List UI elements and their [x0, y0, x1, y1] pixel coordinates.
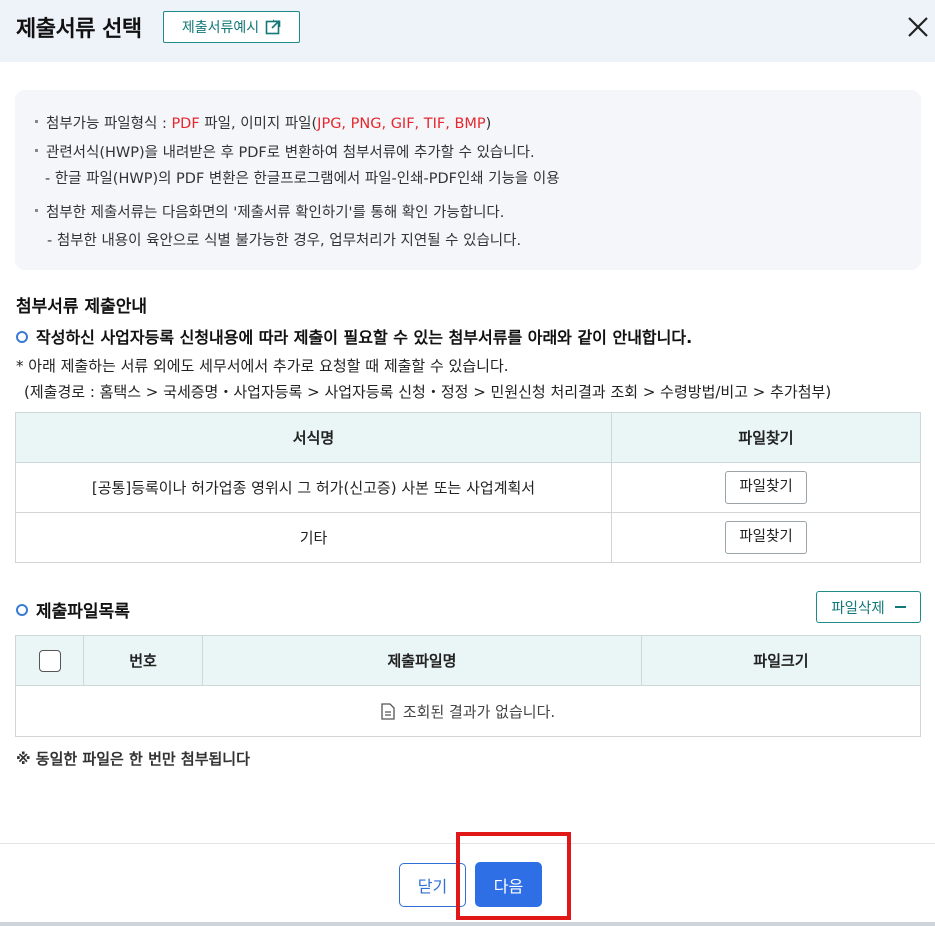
- external-link-icon: [265, 19, 282, 35]
- notice-line-formats: 첨부가능 파일형식 : PDF 파일, 이미지 파일(JPG, PNG, GIF…: [35, 112, 491, 133]
- notice-line-hwp: 관련서식(HWP)을 내려받은 후 PDF로 변환하여 첨부서류에 추가할 수 …: [35, 141, 535, 162]
- table-row: 기타 파일찾기: [15, 512, 921, 563]
- close-icon[interactable]: [904, 13, 932, 41]
- select-all-checkbox[interactable]: [38, 649, 61, 672]
- guide-section-title: 첨부서류 제출안내: [16, 297, 148, 317]
- notice-line-confirm: 첨부한 제출서류는 다음화면의 '제출서류 확인하기'를 통해 확인 가능합니다…: [35, 201, 504, 222]
- table-row: [공통]등록이나 허가업종 영위시 그 허가(신고증) 사본 또는 사업계획서 …: [15, 462, 921, 513]
- file-list-title: 제출파일목록: [16, 597, 130, 622]
- file-find-button[interactable]: 파일찾기: [725, 471, 807, 504]
- guide-line-path: (제출경로 : 홈택스 > 국세증명・사업자등록 > 사업자등록 신청・정정 >…: [24, 383, 832, 401]
- form-name-cell: [공통]등록이나 허가업종 영위시 그 허가(신고증) 사본 또는 사업계획서: [15, 462, 612, 513]
- guide-line-extra: * 아래 제출하는 서류 외에도 세무서에서 추가로 요청할 때 제출할 수 있…: [16, 357, 509, 375]
- bullet-icon: [35, 119, 38, 123]
- document-table: 서식명 파일찾기 [공통]등록이나 허가업종 영위시 그 허가(신고증) 사본 …: [15, 412, 921, 563]
- example-documents-label: 제출서류예시: [181, 20, 260, 36]
- modal-header: 제출서류 선택 제출서류예시: [0, 0, 935, 62]
- column-header-file-find: 파일찾기: [611, 412, 921, 463]
- circle-bullet-icon: [16, 604, 28, 616]
- document-icon: [381, 702, 395, 720]
- notice-line-hwp-convert: - 한글 파일(HWP)의 PDF 변환은 한글프로그램에서 파일-인쇄-PDF…: [45, 171, 560, 187]
- bottom-strip: [0, 922, 935, 926]
- notice-box: 첨부가능 파일형식 : PDF 파일, 이미지 파일(JPG, PNG, GIF…: [15, 90, 921, 270]
- column-header-file-name: 제출파일명: [202, 635, 642, 686]
- select-all-header: [15, 635, 84, 686]
- file-find-cell: 파일찾기: [611, 462, 921, 513]
- delete-file-label: 파일삭제: [831, 600, 885, 617]
- notice-line-delay: - 첨부한 내용이 육안으로 식별 불가능한 경우, 업무처리가 지연될 수 있…: [47, 233, 522, 249]
- footer-divider: [0, 843, 935, 844]
- form-name-cell: 기타: [15, 512, 612, 563]
- modal-title: 제출서류 선택: [16, 17, 142, 42]
- next-button[interactable]: 다음: [475, 862, 542, 907]
- minus-icon: [894, 606, 906, 608]
- example-documents-button[interactable]: 제출서류예시: [163, 11, 300, 43]
- delete-file-button[interactable]: 파일삭제: [816, 591, 921, 623]
- empty-message: 조회된 결과가 없습니다.: [402, 702, 556, 721]
- bullet-icon: [35, 208, 38, 212]
- guide-line-main: 작성하신 사업자등록 신청내용에 따라 제출이 필요할 수 있는 첨부서류를 아…: [16, 324, 692, 348]
- circle-bullet-icon: [16, 330, 28, 343]
- column-header-file-size: 파일크기: [641, 635, 921, 686]
- file-find-button[interactable]: 파일찾기: [725, 521, 807, 554]
- bullet-icon: [35, 148, 38, 152]
- file-list-table: 번호 제출파일명 파일크기 조회된 결과가 없습니다.: [15, 635, 921, 737]
- file-find-cell: 파일찾기: [611, 512, 921, 563]
- empty-cell: 조회된 결과가 없습니다.: [15, 685, 921, 737]
- empty-row: 조회된 결과가 없습니다.: [15, 685, 921, 737]
- duplicate-file-note: ※ 동일한 파일은 한 번만 첨부됩니다: [16, 750, 250, 768]
- column-header-form-name: 서식명: [15, 412, 612, 463]
- close-button[interactable]: 닫기: [399, 863, 466, 907]
- column-header-number: 번호: [83, 635, 203, 686]
